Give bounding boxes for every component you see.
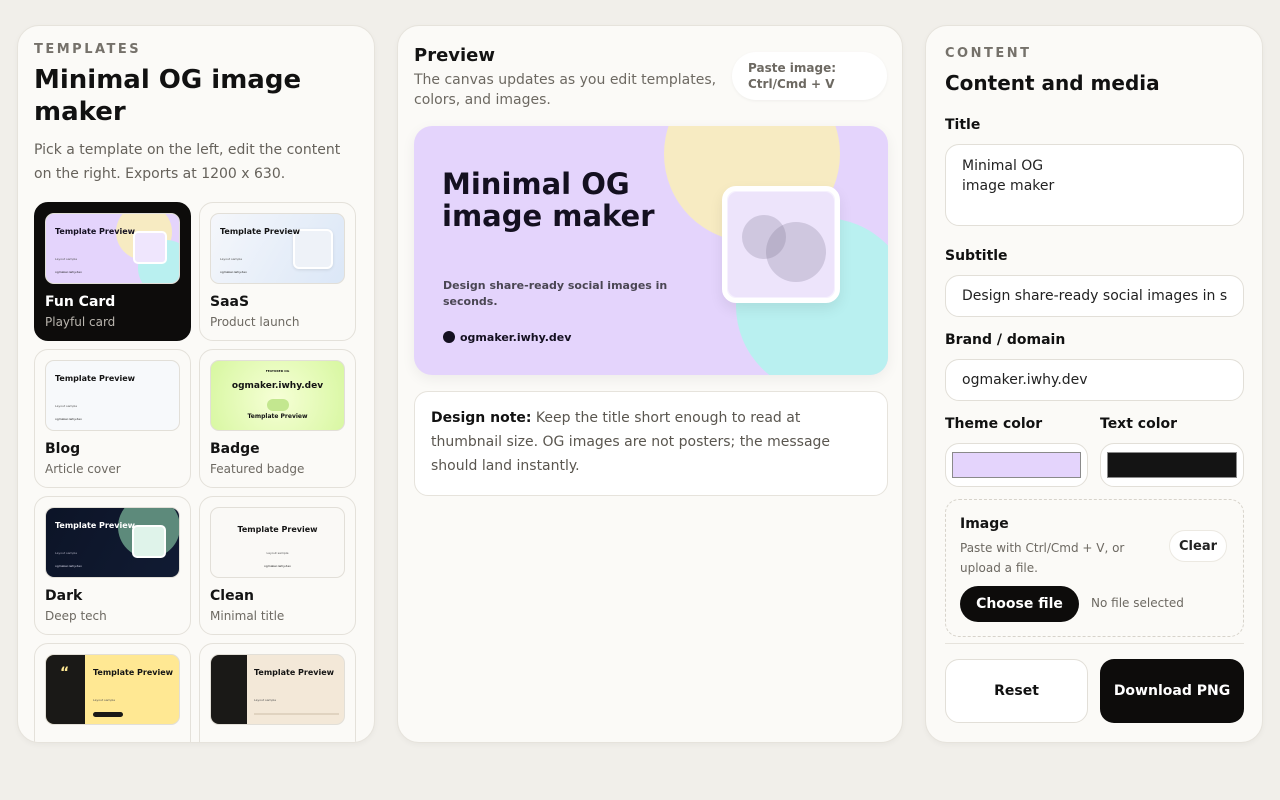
thumb-title: Template Preview (93, 668, 174, 677)
thumb-sub: Layout sample (55, 551, 78, 555)
template-card-magazine[interactable]: Template Preview Layout sample (199, 643, 356, 742)
image-upload-box: Image Paste with Ctrl/Cmd + V, or upload… (945, 499, 1244, 637)
thumb-title: Template Preview (55, 227, 136, 236)
divider (945, 643, 1244, 644)
og-image-frame (722, 186, 840, 303)
thumb-title: Template Preview (247, 413, 308, 420)
templates-eyebrow: TEMPLATES (34, 42, 142, 57)
title-textarea[interactable] (945, 144, 1244, 226)
og-subtitle: Design share-ready social images in seco… (443, 279, 668, 308)
template-card-badge[interactable]: FEATURED OG ogmaker.iwhy.dev Template Pr… (199, 349, 356, 488)
thumb-title: Template Preview (254, 668, 335, 677)
thumb-brand: ogmaker.iwhy.dev (55, 270, 82, 274)
theme-color-picker[interactable] (945, 443, 1088, 487)
og-brand: ogmaker.iwhy.dev (443, 331, 571, 344)
template-name: Blog (45, 441, 81, 457)
thumb-title: Template Preview (237, 525, 318, 534)
template-desc: Featured badge (210, 462, 305, 476)
image-description: Paste with Ctrl/Cmd + V, or upload a fil… (960, 541, 1125, 575)
download-png-button[interactable]: Download PNG (1100, 659, 1244, 723)
content-title: Content and media (945, 71, 1160, 95)
reset-button[interactable]: Reset (945, 659, 1088, 723)
template-thumbnail: Template Preview Layout sample ogmaker.i… (210, 507, 345, 578)
template-desc: Deep tech (45, 609, 107, 623)
og-canvas-preview: Minimal OG image maker Design share-read… (414, 126, 888, 375)
image-label: Image (960, 516, 1009, 532)
template-thumbnail: FEATURED OG ogmaker.iwhy.dev Template Pr… (210, 360, 345, 431)
design-note-label: Design note: (431, 410, 532, 426)
title-label: Title (945, 117, 981, 133)
thumb-brand: ogmaker.iwhy.dev (220, 270, 247, 274)
template-card-saas[interactable]: Template Preview Layout sample ogmaker.i… (199, 202, 356, 341)
template-card-clean[interactable]: Template Preview Layout sample ogmaker.i… (199, 496, 356, 635)
template-name: Badge (210, 441, 260, 457)
content-panel: CONTENT Content and media Title Subtitle… (925, 25, 1263, 743)
template-desc: Article cover (45, 462, 121, 476)
theme-color-label: Theme color (945, 416, 1043, 432)
placeholder-circle (766, 222, 826, 282)
template-card-quote[interactable]: “ Template Preview Layout sample (34, 643, 191, 742)
template-thumbnail: Template Preview Layout sample ogmaker.i… (45, 507, 180, 578)
app-description: Pick a template on the left, edit the co… (34, 142, 341, 182)
design-note: Design note: Keep the title short enough… (414, 391, 888, 496)
template-name: Dark (45, 588, 83, 604)
clear-image-button[interactable]: Clear (1169, 530, 1227, 562)
template-card-blog[interactable]: Template Preview Layout sample ogmaker.i… (34, 349, 191, 488)
content-eyebrow: CONTENT (945, 46, 1032, 61)
image-placeholder (728, 192, 834, 297)
thumb-sub: Layout sample (220, 257, 243, 261)
paste-hint-pill: Paste image: Ctrl/Cmd + V (732, 52, 887, 100)
template-desc: Minimal title (210, 609, 285, 623)
thumb-title: Template Preview (220, 227, 301, 236)
badge-domain: ogmaker.iwhy.dev (231, 381, 324, 391)
thumb-sub: Layout sample (266, 551, 289, 555)
og-brand-text: ogmaker.iwhy.dev (460, 331, 572, 344)
template-thumbnail: Template Preview Layout sample (210, 654, 345, 725)
thumb-sub: Layout sample (55, 257, 78, 261)
template-name: Clean (210, 588, 254, 604)
badge-tag: FEATURED OG (265, 369, 290, 373)
text-color-picker[interactable] (1100, 443, 1244, 487)
template-desc: Product launch (210, 315, 300, 329)
subtitle-label: Subtitle (945, 248, 1008, 264)
theme-color-swatch (952, 452, 1081, 478)
thumb-sub: Layout sample (55, 404, 78, 408)
thumb-sub: Layout sample (93, 698, 116, 702)
thumb-title: Template Preview (55, 521, 136, 530)
template-card-fun[interactable]: Template Preview Layout sample ogmaker.i… (34, 202, 191, 341)
template-thumbnail: “ Template Preview Layout sample (45, 654, 180, 725)
template-name: SaaS (210, 294, 250, 310)
preview-subtitle: The canvas updates as you edit templates… (414, 72, 717, 108)
template-thumbnail: Template Preview Layout sample ogmaker.i… (45, 360, 180, 431)
text-color-swatch (1107, 452, 1237, 478)
thumb-brand: ogmaker.iwhy.dev (55, 564, 82, 568)
template-thumbnail: Template Preview Layout sample ogmaker.i… (45, 213, 180, 284)
no-file-status: No file selected (1091, 596, 1184, 610)
preview-panel: Preview The canvas updates as you edit t… (397, 25, 903, 743)
template-desc: Playful card (45, 315, 116, 329)
template-thumbnail: Template Preview Layout sample ogmaker.i… (210, 213, 345, 284)
thumb-sub: Layout sample (254, 698, 277, 702)
preview-title: Preview (414, 45, 496, 66)
thumb-title: Template Preview (55, 374, 136, 383)
thumb-brand: ogmaker.iwhy.dev (55, 417, 82, 421)
subtitle-input[interactable] (945, 275, 1244, 317)
brand-label: Brand / domain (945, 332, 1066, 348)
app-title: Minimal OG image maker (34, 65, 302, 127)
choose-file-button[interactable]: Choose file (960, 586, 1079, 622)
og-title: Minimal OG image maker (442, 167, 655, 233)
brand-input[interactable] (945, 359, 1244, 401)
text-color-label: Text color (1100, 416, 1178, 432)
template-name: Fun Card (45, 294, 116, 310)
template-card-dark[interactable]: Template Preview Layout sample ogmaker.i… (34, 496, 191, 635)
thumb-brand: ogmaker.iwhy.dev (264, 564, 291, 568)
templates-panel: TEMPLATES Minimal OG image maker Pick a … (17, 25, 375, 743)
